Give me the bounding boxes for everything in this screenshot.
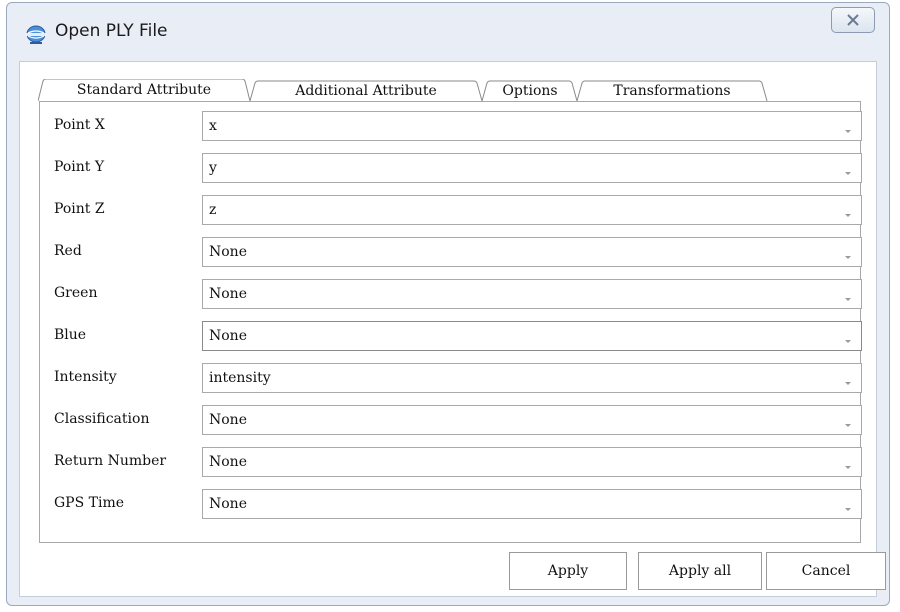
chevron-down-icon bbox=[843, 163, 853, 175]
chevron-down-icon bbox=[843, 247, 853, 259]
field-label-classification: Classification bbox=[54, 411, 150, 427]
classification-value: None bbox=[209, 412, 247, 428]
classification-select[interactable]: None bbox=[202, 405, 862, 435]
point-z-value: z bbox=[209, 202, 217, 218]
gps-time-select[interactable]: None bbox=[202, 489, 862, 519]
cancel-button[interactable]: Cancel bbox=[766, 552, 886, 590]
intensity-value: intensity bbox=[209, 370, 271, 386]
point-y-select[interactable]: y bbox=[202, 153, 862, 183]
point-z-select[interactable]: z bbox=[202, 195, 862, 225]
chevron-down-icon bbox=[843, 289, 853, 301]
field-label-red: Red bbox=[54, 243, 82, 259]
tab-additional-attribute[interactable]: Additional Attribute bbox=[256, 80, 476, 102]
tab-standard-attribute[interactable]: Standard Attribute bbox=[44, 79, 244, 101]
chevron-down-icon bbox=[843, 331, 853, 343]
apply-button[interactable]: Apply bbox=[509, 552, 627, 590]
close-icon bbox=[846, 11, 860, 30]
point-y-value: y bbox=[209, 160, 217, 176]
field-label-intensity: Intensity bbox=[54, 369, 117, 385]
field-label-green: Green bbox=[54, 285, 98, 301]
field-label-point-z: Point Z bbox=[54, 201, 105, 217]
globe-app-icon bbox=[25, 25, 47, 45]
chevron-down-icon bbox=[843, 415, 853, 427]
point-x-select[interactable]: x bbox=[202, 111, 862, 141]
window-title: Open PLY File bbox=[55, 21, 168, 41]
standard-attribute-panel: Point X x Point Y y Point Z z Red None G… bbox=[39, 101, 862, 543]
return-number-value: None bbox=[209, 454, 247, 470]
green-select[interactable]: None bbox=[202, 279, 862, 309]
chevron-down-icon bbox=[843, 457, 853, 469]
return-number-select[interactable]: None bbox=[202, 447, 862, 477]
field-label-gps-time: GPS Time bbox=[54, 495, 125, 511]
apply-all-button[interactable]: Apply all bbox=[638, 552, 762, 590]
dialog-window: Open PLY File Standard Attribute Additio… bbox=[6, 2, 890, 606]
field-label-return-number: Return Number bbox=[54, 453, 167, 469]
chevron-down-icon bbox=[843, 499, 853, 511]
chevron-down-icon bbox=[843, 205, 853, 217]
tab-transformations[interactable]: Transformations bbox=[583, 80, 761, 102]
field-label-blue: Blue bbox=[54, 327, 87, 343]
green-value: None bbox=[209, 286, 247, 302]
title-bar[interactable]: Open PLY File bbox=[7, 3, 889, 59]
red-select[interactable]: None bbox=[202, 237, 862, 267]
chevron-down-icon bbox=[843, 121, 853, 133]
point-x-value: x bbox=[209, 118, 217, 134]
field-label-point-x: Point X bbox=[54, 117, 105, 133]
intensity-select[interactable]: intensity bbox=[202, 363, 862, 393]
gps-time-value: None bbox=[209, 496, 247, 512]
close-button[interactable] bbox=[831, 7, 875, 33]
red-value: None bbox=[209, 244, 247, 260]
tab-options[interactable]: Options bbox=[488, 80, 572, 102]
field-label-point-y: Point Y bbox=[54, 159, 105, 175]
blue-value: None bbox=[209, 328, 247, 344]
blue-select[interactable]: None bbox=[202, 321, 862, 351]
chevron-down-icon bbox=[843, 373, 853, 385]
dialog-client-area: Standard Attribute Additional Attribute … bbox=[19, 61, 886, 597]
